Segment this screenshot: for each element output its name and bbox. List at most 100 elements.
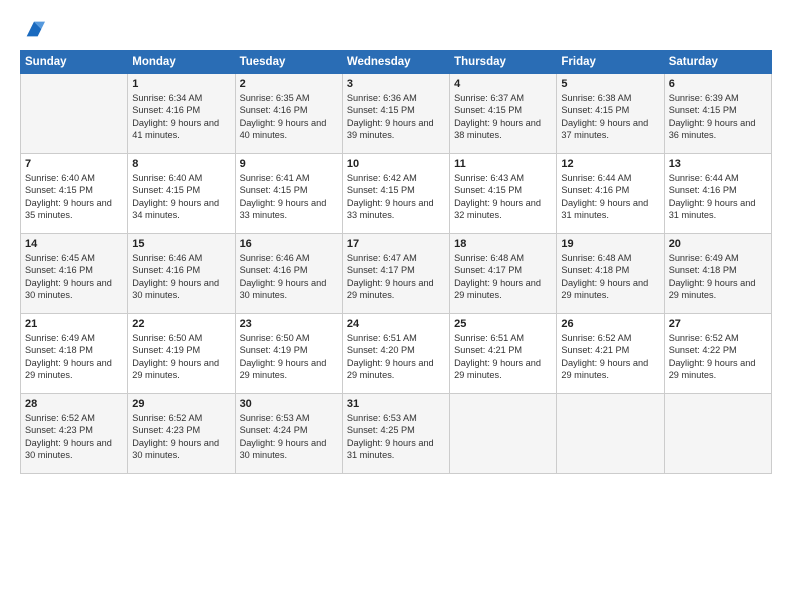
calendar-table: SundayMondayTuesdayWednesdayThursdayFrid… bbox=[20, 50, 772, 474]
day-number: 15 bbox=[132, 238, 230, 250]
calendar-cell: 19 Sunrise: 6:48 AMSunset: 4:18 PMDayligh… bbox=[557, 234, 664, 314]
calendar-cell: 13 Sunrise: 6:44 AMSunset: 4:16 PMDayligh… bbox=[664, 154, 771, 234]
day-info: Sunrise: 6:43 AMSunset: 4:15 PMDaylight:… bbox=[454, 172, 552, 222]
calendar-cell: 28 Sunrise: 6:52 AMSunset: 4:23 PMDayligh… bbox=[21, 394, 128, 474]
day-number: 6 bbox=[669, 78, 767, 90]
calendar-cell bbox=[557, 394, 664, 474]
day-number: 9 bbox=[240, 158, 338, 170]
calendar-cell bbox=[21, 74, 128, 154]
day-number: 21 bbox=[25, 318, 123, 330]
calendar-cell: 6 Sunrise: 6:39 AMSunset: 4:15 PMDaylight… bbox=[664, 74, 771, 154]
day-number: 16 bbox=[240, 238, 338, 250]
day-number: 24 bbox=[347, 318, 445, 330]
calendar-cell: 3Sunrise: 6:36 AMSunset: 4:15 PMDaylight… bbox=[342, 74, 449, 154]
day-info: Sunrise: 6:41 AMSunset: 4:15 PMDaylight:… bbox=[240, 172, 338, 222]
day-number: 8 bbox=[132, 158, 230, 170]
day-number: 7 bbox=[25, 158, 123, 170]
day-number: 18 bbox=[454, 238, 552, 250]
calendar-cell: 24 Sunrise: 6:51 AMSunset: 4:20 PMDayligh… bbox=[342, 314, 449, 394]
day-info: Sunrise: 6:48 AMSunset: 4:17 PMDaylight:… bbox=[454, 252, 552, 302]
day-number: 19 bbox=[561, 238, 659, 250]
calendar-cell: 11 Sunrise: 6:43 AMSunset: 4:15 PMDayligh… bbox=[450, 154, 557, 234]
day-number: 22 bbox=[132, 318, 230, 330]
calendar-cell: 17 Sunrise: 6:47 AMSunset: 4:17 PMDayligh… bbox=[342, 234, 449, 314]
calendar-cell bbox=[664, 394, 771, 474]
day-info: Sunrise: 6:46 AMSunset: 4:16 PMDaylight:… bbox=[132, 252, 230, 302]
calendar-cell: 10 Sunrise: 6:42 AMSunset: 4:15 PMDayligh… bbox=[342, 154, 449, 234]
day-number: 31 bbox=[347, 398, 445, 410]
day-number: 17 bbox=[347, 238, 445, 250]
calendar-cell: 8 Sunrise: 6:40 AMSunset: 4:15 PMDaylight… bbox=[128, 154, 235, 234]
calendar-cell: 2 Sunrise: 6:35 AMSunset: 4:16 PMDaylight… bbox=[235, 74, 342, 154]
day-info: Sunrise: 6:34 AMSunset: 4:16 PMDaylight:… bbox=[132, 92, 230, 142]
calendar-cell: 9 Sunrise: 6:41 AMSunset: 4:15 PMDaylight… bbox=[235, 154, 342, 234]
day-number: 2 bbox=[240, 78, 338, 90]
calendar-cell: 20Sunrise: 6:49 AMSunset: 4:18 PMDayligh… bbox=[664, 234, 771, 314]
day-number: 11 bbox=[454, 158, 552, 170]
calendar-cell bbox=[450, 394, 557, 474]
calendar-cell: 14Sunrise: 6:45 AMSunset: 4:16 PMDayligh… bbox=[21, 234, 128, 314]
day-info: Sunrise: 6:52 AMSunset: 4:22 PMDaylight:… bbox=[669, 332, 767, 382]
day-number: 30 bbox=[240, 398, 338, 410]
day-info: Sunrise: 6:51 AMSunset: 4:20 PMDaylight:… bbox=[347, 332, 445, 382]
day-info: Sunrise: 6:37 AMSunset: 4:15 PMDaylight:… bbox=[454, 92, 552, 142]
day-number: 27 bbox=[669, 318, 767, 330]
day-info: Sunrise: 6:44 AMSunset: 4:16 PMDaylight:… bbox=[669, 172, 767, 222]
calendar-cell: 4Sunrise: 6:37 AMSunset: 4:15 PMDaylight… bbox=[450, 74, 557, 154]
day-number: 25 bbox=[454, 318, 552, 330]
day-info: Sunrise: 6:35 AMSunset: 4:16 PMDaylight:… bbox=[240, 92, 338, 142]
week-row-3: 21 Sunrise: 6:49 AMSunset: 4:18 PMDayligh… bbox=[21, 314, 772, 394]
day-info: Sunrise: 6:50 AMSunset: 4:19 PMDaylight:… bbox=[240, 332, 338, 382]
day-number: 10 bbox=[347, 158, 445, 170]
day-info: Sunrise: 6:38 AMSunset: 4:15 PMDaylight:… bbox=[561, 92, 659, 142]
col-header-monday: Monday bbox=[128, 51, 235, 74]
day-info: Sunrise: 6:49 AMSunset: 4:18 PMDaylight:… bbox=[25, 332, 123, 382]
day-info: Sunrise: 6:53 AMSunset: 4:24 PMDaylight:… bbox=[240, 412, 338, 462]
day-number: 23 bbox=[240, 318, 338, 330]
week-row-0: 1 Sunrise: 6:34 AMSunset: 4:16 PMDaylight… bbox=[21, 74, 772, 154]
calendar-cell: 5 Sunrise: 6:38 AMSunset: 4:15 PMDaylight… bbox=[557, 74, 664, 154]
day-info: Sunrise: 6:53 AMSunset: 4:25 PMDaylight:… bbox=[347, 412, 445, 462]
day-number: 1 bbox=[132, 78, 230, 90]
calendar-cell: 18 Sunrise: 6:48 AMSunset: 4:17 PMDayligh… bbox=[450, 234, 557, 314]
day-number: 5 bbox=[561, 78, 659, 90]
day-info: Sunrise: 6:39 AMSunset: 4:15 PMDaylight:… bbox=[669, 92, 767, 142]
col-header-thursday: Thursday bbox=[450, 51, 557, 74]
day-number: 28 bbox=[25, 398, 123, 410]
calendar-cell: 25 Sunrise: 6:51 AMSunset: 4:21 PMDayligh… bbox=[450, 314, 557, 394]
calendar-cell: 27 Sunrise: 6:52 AMSunset: 4:22 PMDayligh… bbox=[664, 314, 771, 394]
day-info: Sunrise: 6:51 AMSunset: 4:21 PMDaylight:… bbox=[454, 332, 552, 382]
day-info: Sunrise: 6:52 AMSunset: 4:23 PMDaylight:… bbox=[132, 412, 230, 462]
header-row: SundayMondayTuesdayWednesdayThursdayFrid… bbox=[21, 51, 772, 74]
day-number: 29 bbox=[132, 398, 230, 410]
col-header-saturday: Saturday bbox=[664, 51, 771, 74]
day-number: 26 bbox=[561, 318, 659, 330]
calendar-cell: 16 Sunrise: 6:46 AMSunset: 4:16 PMDayligh… bbox=[235, 234, 342, 314]
day-number: 20 bbox=[669, 238, 767, 250]
week-row-2: 14Sunrise: 6:45 AMSunset: 4:16 PMDayligh… bbox=[21, 234, 772, 314]
col-header-tuesday: Tuesday bbox=[235, 51, 342, 74]
day-info: Sunrise: 6:42 AMSunset: 4:15 PMDaylight:… bbox=[347, 172, 445, 222]
calendar-cell: 22Sunrise: 6:50 AMSunset: 4:19 PMDayligh… bbox=[128, 314, 235, 394]
week-row-1: 7 Sunrise: 6:40 AMSunset: 4:15 PMDaylight… bbox=[21, 154, 772, 234]
day-number: 14 bbox=[25, 238, 123, 250]
calendar-cell: 21 Sunrise: 6:49 AMSunset: 4:18 PMDayligh… bbox=[21, 314, 128, 394]
day-info: Sunrise: 6:52 AMSunset: 4:21 PMDaylight:… bbox=[561, 332, 659, 382]
calendar-cell: 15 Sunrise: 6:46 AMSunset: 4:16 PMDayligh… bbox=[128, 234, 235, 314]
day-number: 13 bbox=[669, 158, 767, 170]
day-number: 3 bbox=[347, 78, 445, 90]
day-info: Sunrise: 6:46 AMSunset: 4:16 PMDaylight:… bbox=[240, 252, 338, 302]
header bbox=[20, 18, 772, 40]
col-header-friday: Friday bbox=[557, 51, 664, 74]
day-info: Sunrise: 6:52 AMSunset: 4:23 PMDaylight:… bbox=[25, 412, 123, 462]
day-info: Sunrise: 6:40 AMSunset: 4:15 PMDaylight:… bbox=[25, 172, 123, 222]
calendar-cell: 1 Sunrise: 6:34 AMSunset: 4:16 PMDaylight… bbox=[128, 74, 235, 154]
day-info: Sunrise: 6:40 AMSunset: 4:15 PMDaylight:… bbox=[132, 172, 230, 222]
calendar-cell: 29 Sunrise: 6:52 AMSunset: 4:23 PMDayligh… bbox=[128, 394, 235, 474]
day-info: Sunrise: 6:47 AMSunset: 4:17 PMDaylight:… bbox=[347, 252, 445, 302]
logo-icon bbox=[23, 18, 45, 40]
col-header-wednesday: Wednesday bbox=[342, 51, 449, 74]
day-number: 12 bbox=[561, 158, 659, 170]
day-info: Sunrise: 6:48 AMSunset: 4:18 PMDaylight:… bbox=[561, 252, 659, 302]
calendar-cell: 23 Sunrise: 6:50 AMSunset: 4:19 PMDayligh… bbox=[235, 314, 342, 394]
